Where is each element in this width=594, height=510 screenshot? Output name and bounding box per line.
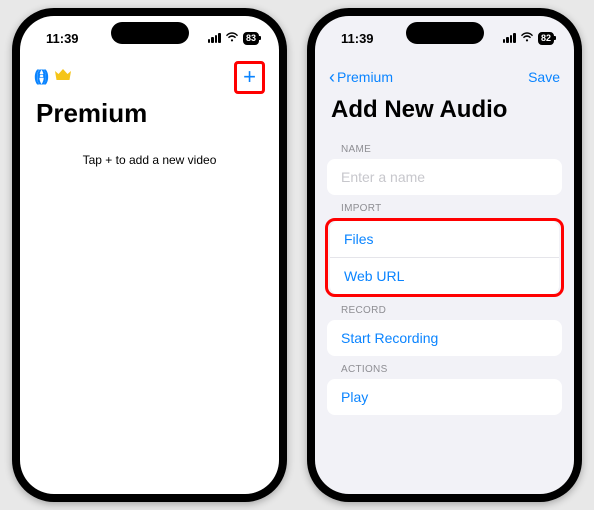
- cellular-signal-icon: [208, 33, 221, 43]
- play-button[interactable]: Play: [327, 379, 562, 415]
- nav-bar: ‹ Premium Save: [315, 60, 574, 94]
- phone-mockup-left: 11:39 83 ((▫)) + Premium Tap + to add a …: [12, 8, 287, 502]
- name-group: Enter a name: [327, 159, 562, 195]
- section-label-import: IMPORT: [315, 195, 574, 218]
- page-title: Add New Audio: [315, 94, 574, 136]
- start-recording-button[interactable]: Start Recording: [327, 320, 562, 356]
- back-button[interactable]: ‹ Premium: [329, 68, 393, 86]
- record-group: Start Recording: [327, 320, 562, 356]
- phone-mockup-right: 11:39 82 ‹ Premium Save Add New Audio NA…: [307, 8, 582, 502]
- dynamic-island: [111, 22, 189, 44]
- battery-icon: 82: [538, 32, 554, 45]
- empty-state-message: Tap + to add a new video: [20, 153, 279, 167]
- back-label: Premium: [337, 69, 393, 85]
- nav-left-icons: ((▫)): [34, 68, 72, 87]
- status-time: 11:39: [46, 31, 79, 46]
- section-label-actions: ACTIONS: [315, 356, 574, 379]
- vibrate-icon[interactable]: ((▫)): [34, 68, 46, 86]
- battery-icon: 83: [243, 32, 259, 45]
- section-label-record: RECORD: [315, 297, 574, 320]
- crown-icon[interactable]: [54, 68, 72, 87]
- import-files-button[interactable]: Files: [330, 221, 559, 257]
- actions-group: Play: [327, 379, 562, 415]
- wifi-icon: [225, 32, 239, 44]
- status-right: 83: [208, 32, 259, 45]
- name-input[interactable]: Enter a name: [327, 159, 562, 195]
- wifi-icon: [520, 32, 534, 44]
- section-label-name: NAME: [315, 136, 574, 159]
- screen-right: 11:39 82 ‹ Premium Save Add New Audio NA…: [315, 16, 574, 494]
- chevron-left-icon: ‹: [329, 68, 335, 86]
- import-group-highlight: Files Web URL: [325, 218, 564, 297]
- screen-left: 11:39 83 ((▫)) + Premium Tap + to add a …: [20, 16, 279, 494]
- cellular-signal-icon: [503, 33, 516, 43]
- dynamic-island: [406, 22, 484, 44]
- import-group: Files Web URL: [330, 221, 559, 294]
- status-time: 11:39: [341, 31, 374, 46]
- nav-bar: ((▫)) +: [20, 60, 279, 94]
- add-button[interactable]: +: [243, 64, 256, 89]
- import-weburl-button[interactable]: Web URL: [330, 257, 559, 294]
- add-button-highlight: +: [234, 61, 265, 94]
- status-right: 82: [503, 32, 554, 45]
- save-button[interactable]: Save: [528, 69, 560, 85]
- page-title: Premium: [20, 94, 279, 139]
